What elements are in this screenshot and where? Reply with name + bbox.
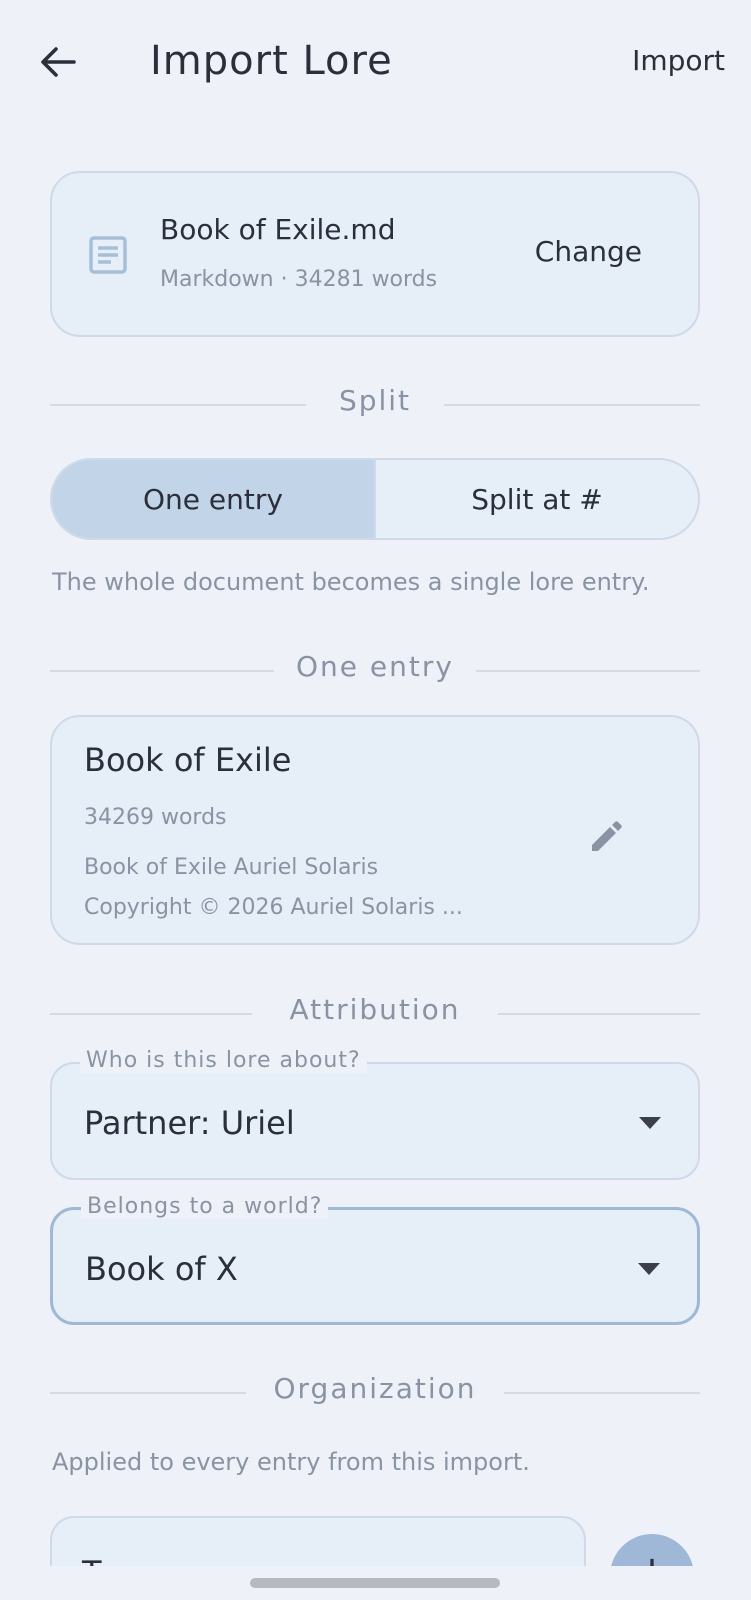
world-dropdown[interactable]: Belongs to a world? Book of X <box>50 1194 700 1325</box>
page-title: Import Lore <box>150 38 393 84</box>
organization-hint: Applied to every entry from this import. <box>52 1448 530 1476</box>
lore-subject-value: Partner: Uriel <box>84 1104 295 1142</box>
import-button[interactable]: Import <box>632 44 725 77</box>
organization-section-title: Organization <box>251 1372 499 1405</box>
change-file-button[interactable]: Change <box>535 235 642 268</box>
attribution-section-divider: Attribution <box>50 993 700 1033</box>
pencil-icon <box>592 821 622 851</box>
entry-card: Book of Exile 34269 words Book of Exile … <box>50 715 700 945</box>
edit-entry-button[interactable] <box>578 809 634 865</box>
split-section-title: Split <box>316 384 434 417</box>
document-icon <box>89 236 127 274</box>
back-button[interactable] <box>30 34 86 90</box>
lore-subject-label: Who is this lore about? <box>80 1048 367 1073</box>
file-meta: Markdown · 34281 words <box>160 267 438 292</box>
app-bar: Import Lore Import <box>0 0 751 126</box>
attribution-section-title: Attribution <box>267 993 483 1026</box>
split-mode-selector: One entry Split at # <box>50 458 700 540</box>
entry-preview-line: Book of Exile Auriel Solaris <box>84 855 379 880</box>
world-value: Book of X <box>85 1250 238 1288</box>
home-indicator[interactable] <box>250 1578 500 1588</box>
selected-file-card: Book of Exile.md Markdown · 34281 words … <box>50 171 700 337</box>
organization-section-divider: Organization <box>50 1372 700 1412</box>
dropdown-arrow-icon <box>639 1117 661 1129</box>
entry-word-count: 34269 words <box>84 805 227 830</box>
lore-subject-dropdown[interactable]: Who is this lore about? Partner: Uriel <box>50 1048 700 1180</box>
file-name: Book of Exile.md <box>160 213 396 246</box>
entry-preview-line: Copyright © 2026 Auriel Solaris ... <box>84 895 463 920</box>
entry-section-title: One entry <box>274 650 476 683</box>
segment-one-entry[interactable]: One entry <box>52 460 376 538</box>
arrow-back-icon <box>41 47 76 77</box>
split-hint: The whole document becomes a single lore… <box>52 568 650 596</box>
segment-split-at-heading[interactable]: Split at # <box>376 460 698 538</box>
world-label: Belongs to a world? <box>81 1194 329 1219</box>
split-section-divider: Split <box>50 384 700 424</box>
entry-title: Book of Exile <box>84 741 292 779</box>
dropdown-arrow-icon <box>638 1263 660 1275</box>
entry-section-divider: One entry <box>50 650 700 690</box>
import-lore-screen: Import Lore Import Book of Exile.md Mark… <box>0 0 751 1600</box>
